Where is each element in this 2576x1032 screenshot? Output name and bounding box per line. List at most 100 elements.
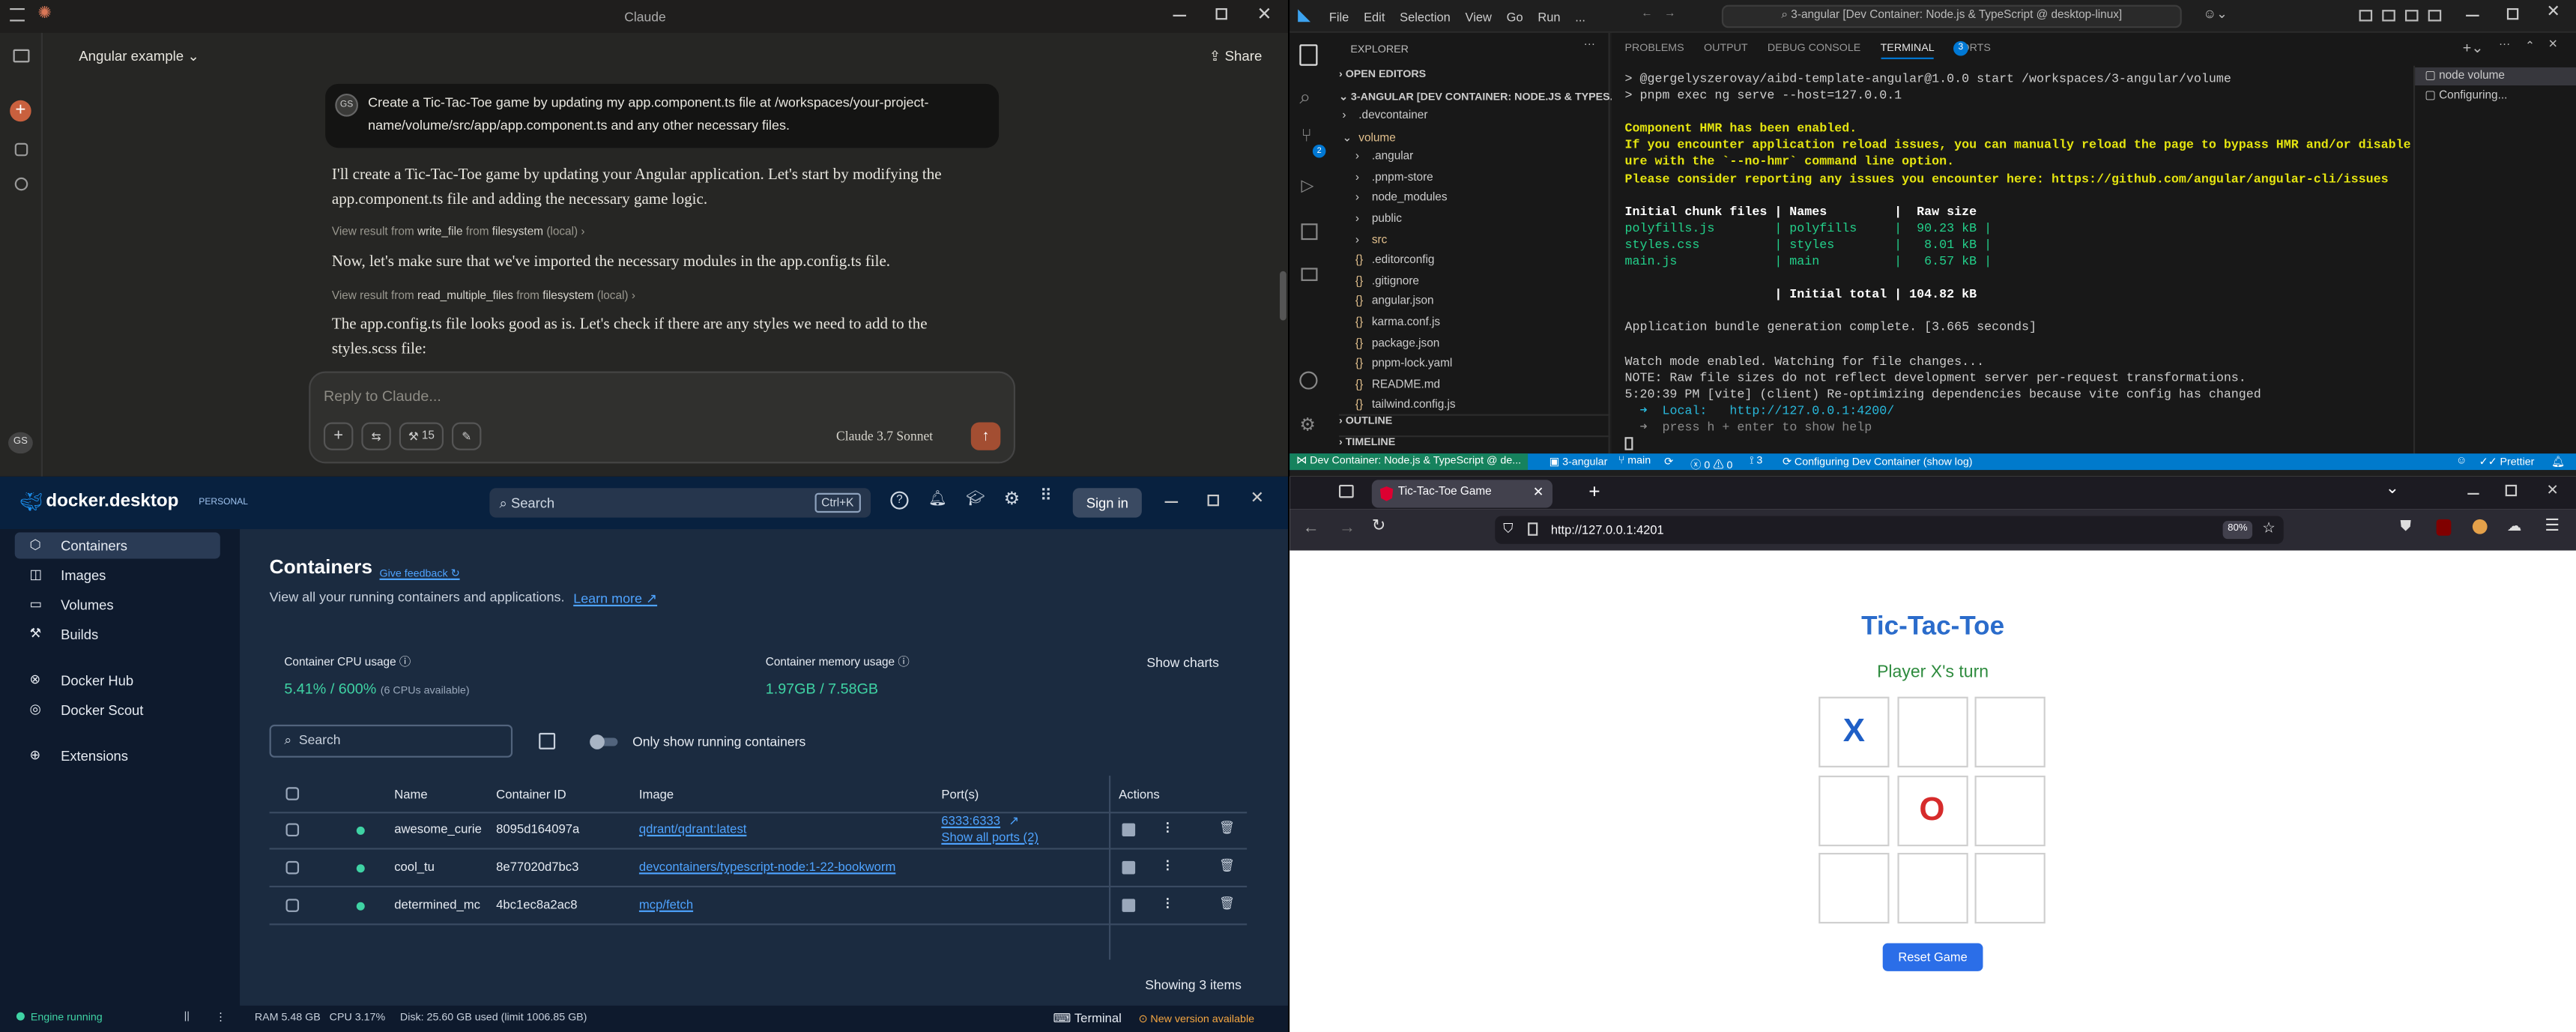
board-cell[interactable]: O — [1896, 774, 1968, 846]
container-search[interactable]: ⌕ Search — [269, 724, 513, 758]
nav-forward-icon[interactable]: → — [1664, 8, 1675, 19]
tree-item[interactable]: {} angular.json — [1355, 297, 1434, 308]
tree-item[interactable]: › node_modules — [1355, 193, 1448, 204]
notifications-icon[interactable]: 🔔︎ — [2551, 455, 2565, 468]
board-cell[interactable] — [1974, 774, 2046, 846]
delete-icon[interactable]: 🗑︎ — [1219, 896, 1235, 911]
row-checkbox[interactable] — [285, 823, 300, 837]
stop-icon[interactable] — [1122, 899, 1136, 912]
status-task[interactable]: ⟳ Configuring Dev Container (show log) — [1783, 455, 1973, 468]
learn-more-link[interactable]: Learn more ↗ — [573, 590, 657, 606]
sign-in-button[interactable]: Sign in — [1072, 488, 1142, 518]
workspace-section[interactable]: ⌄ 3-ANGULAR [DEV CONTAINER: NODE.JS & TY… — [1339, 91, 1619, 103]
tree-item[interactable]: › src — [1355, 235, 1387, 246]
container-name[interactable]: awesome_curie — [394, 821, 489, 836]
bookmark-star-icon[interactable]: ☆ — [2262, 519, 2276, 537]
tree-item[interactable]: › .devcontainer — [1342, 110, 1427, 121]
chats-icon[interactable] — [14, 142, 28, 157]
menu-item[interactable]: Run — [1538, 10, 1560, 25]
show-charts-button[interactable]: Show charts — [1146, 656, 1219, 671]
tree-item[interactable]: {} package.json — [1355, 338, 1439, 349]
port-link[interactable]: 6333:6333 — [941, 813, 1000, 828]
minimize-button[interactable] — [2466, 14, 2479, 16]
image-link[interactable]: devcontainers/typescript-node:1-22-bookw… — [639, 860, 895, 875]
remote-explorer-icon[interactable] — [1301, 268, 1318, 281]
row-checkbox[interactable] — [285, 899, 300, 912]
board-cell[interactable] — [1896, 852, 1968, 924]
explorer-icon[interactable] — [1299, 44, 1318, 66]
projects-icon[interactable] — [14, 177, 28, 191]
board-cell[interactable] — [1818, 852, 1890, 924]
address-bar[interactable]: ⛉ http://127.0.0.1:4201 80% ☆ — [1495, 516, 2284, 544]
tool-result-1[interactable]: View result from write_file from filesys… — [332, 227, 585, 238]
terminal-item-node[interactable]: ▢ node volume — [2415, 67, 2576, 86]
pause-icon[interactable]: || — [184, 1010, 190, 1022]
outline-section[interactable]: › OUTLINE — [1338, 414, 1610, 427]
terminal-item-configuring[interactable]: ▢ Configuring... — [2425, 88, 2507, 102]
nav-extensions[interactable]: ⊕ Extensions — [15, 743, 220, 769]
help-icon[interactable]: ? — [890, 491, 909, 510]
tool-result-2[interactable]: View result from read_multiple_files fro… — [332, 291, 635, 302]
panel-tab[interactable]: OUTPUT — [1704, 43, 1748, 59]
image-link[interactable]: mcp/fetch — [639, 897, 693, 912]
close-button[interactable]: ✕ — [2547, 481, 2560, 499]
tab-list-icon[interactable] — [1338, 484, 1354, 498]
tune-icon[interactable]: ⇆ — [361, 422, 391, 450]
tab-close-icon[interactable]: ✕ — [1533, 485, 1544, 500]
command-center[interactable]: ⌕ 3-angular [Dev Container: Node.js & Ty… — [1721, 4, 2182, 28]
tools-button[interactable]: ⚒ 15 — [399, 422, 444, 450]
status-folder[interactable]: ▣ 3-angular — [1549, 455, 1608, 468]
copilot-icon[interactable]: ☺⌄ — [2203, 7, 2228, 22]
stop-icon[interactable] — [1122, 823, 1136, 837]
zoom-badge[interactable]: 80% — [2222, 521, 2253, 540]
settings-gear-icon[interactable]: ⚙ — [1004, 488, 1021, 509]
maximize-panel-icon[interactable]: ⌃ — [2525, 40, 2535, 52]
panel-tab[interactable]: DEBUG CONSOLE — [1768, 43, 1860, 59]
nav-builds[interactable]: ⚒ Builds — [15, 621, 220, 648]
menu-item[interactable]: View — [1466, 10, 1492, 25]
panel-tab[interactable]: TERMINAL — [1880, 43, 1935, 59]
board-cell[interactable] — [1896, 696, 1968, 767]
nav-images[interactable]: ◫ Images — [15, 562, 220, 588]
minimize-button[interactable] — [1164, 501, 1179, 503]
col-header-image[interactable]: Image — [639, 787, 674, 802]
minimize-button[interactable] — [1173, 14, 1187, 16]
notifications-icon[interactable]: 🔔︎ — [928, 489, 947, 507]
tree-item[interactable]: › .angular — [1355, 151, 1413, 163]
new-terminal-icon[interactable]: +⌄ — [2463, 40, 2484, 58]
tree-item[interactable]: ⌄ volume — [1342, 131, 1395, 144]
maximize-button[interactable] — [2506, 7, 2519, 20]
accounts-icon[interactable] — [1299, 371, 1318, 390]
apps-grid-icon[interactable]: ⠿ — [1040, 488, 1052, 506]
forward-icon[interactable]: → — [1339, 519, 1355, 537]
manage-gear-icon[interactable]: ⚙ — [1299, 414, 1316, 435]
menu-icon[interactable] — [10, 7, 25, 22]
nav-docker-hub[interactable]: ⊗ Docker Hub — [15, 667, 220, 693]
sidebar-toggle-icon[interactable] — [13, 49, 30, 63]
close-panel-icon[interactable]: ✕ — [2548, 37, 2558, 51]
menu-item[interactable]: Edit — [1364, 10, 1385, 25]
col-header-name[interactable]: Name — [394, 787, 427, 802]
tree-item[interactable]: {} tailwind.config.js — [1355, 400, 1456, 411]
scrollbar[interactable] — [1280, 271, 1287, 321]
learning-icon[interactable]: 🎓︎ — [966, 489, 985, 507]
new-version-notice[interactable]: ⊙ New version available — [1138, 1013, 1254, 1025]
panel-tab[interactable]: PROBLEMS — [1624, 43, 1684, 59]
cloud-icon[interactable]: ☁ — [2507, 518, 2522, 536]
table-row[interactable]: awesome_curie 8095d164097a qdrant/qdrant:l… — [269, 812, 1248, 850]
tab-tic-tac-toe[interactable]: Tic-Tac-Toe Game ✕ — [1371, 480, 1553, 508]
table-row[interactable]: determined_mc 4bc1ec8a2ac8 mcp/fetch ⋮ 🗑︎ — [269, 887, 1248, 926]
app-menu-icon[interactable]: ☰ — [2545, 518, 2560, 536]
select-all-checkbox[interactable] — [285, 787, 300, 800]
model-selector[interactable]: Claude 3.7 Sonnet — [836, 429, 933, 444]
user-avatar[interactable]: GS — [7, 432, 33, 454]
tree-item[interactable]: {} .editorconfig — [1355, 255, 1435, 266]
close-button[interactable]: ✕ — [1251, 489, 1264, 507]
close-button[interactable]: ✕ — [1257, 3, 1272, 25]
run-debug-icon[interactable]: ▷ — [1301, 178, 1314, 196]
footer-terminal-button[interactable]: ⌨ Terminal — [1053, 1010, 1121, 1025]
terminal-output[interactable]: > @gergelyszerovay/aibd-template-angular… — [1624, 72, 2410, 450]
menu-item[interactable]: Selection — [1400, 10, 1451, 25]
status-problems[interactable]: ⓧ 0 ⚠ 0 — [1690, 455, 1732, 471]
tree-item[interactable]: {} README.md — [1355, 379, 1440, 390]
